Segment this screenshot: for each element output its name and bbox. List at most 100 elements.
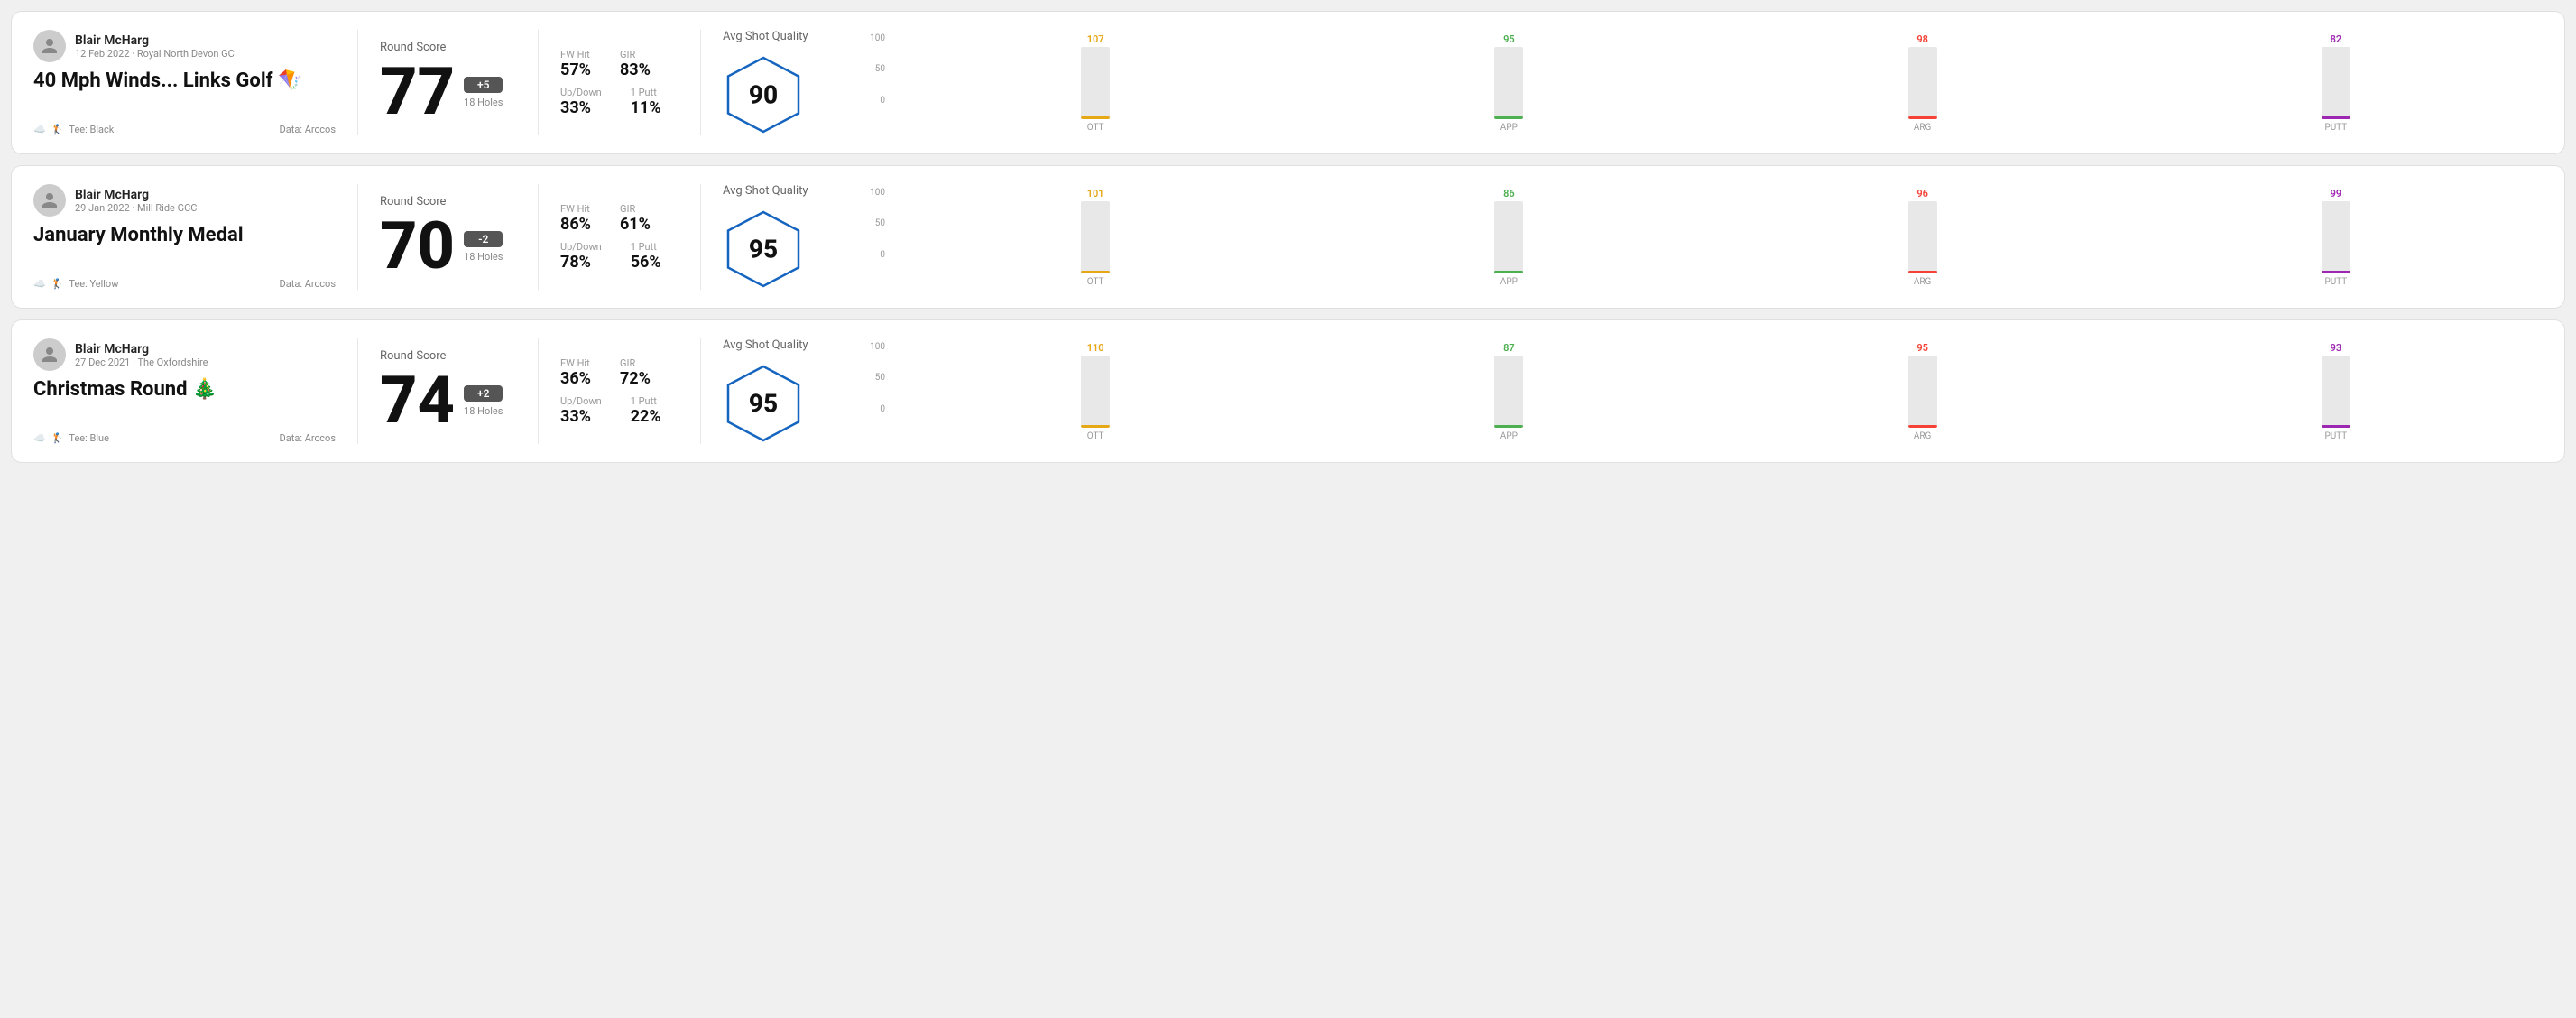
user-details: Blair McHarg 27 Dec 2021 · The Oxfordshi…	[75, 342, 208, 368]
chart-value-app: 86	[1503, 188, 1515, 199]
chart-group-putt: 93 PUTT	[2129, 342, 2543, 441]
stat-value-putt: 56%	[631, 253, 661, 272]
stat-value-putt: 22%	[631, 407, 661, 426]
bar-bg-app	[1494, 201, 1523, 273]
score-section: Round Score 74 +2 18 Holes	[358, 338, 539, 444]
stat-value-updown: 33%	[560, 98, 602, 117]
bag-icon: 🏌️	[51, 124, 64, 135]
bar-fill-putt	[2322, 116, 2350, 119]
score-section: Round Score 70 -2 18 Holes	[358, 184, 539, 290]
chart-group-putt: 99 PUTT	[2129, 188, 2543, 287]
user-name: Blair McHarg	[75, 33, 235, 48]
tee-info: ☁️ 🏌️ Tee: Black Data: Arccos	[33, 124, 336, 135]
round-card: Blair McHarg 27 Dec 2021 · The Oxfordshi…	[11, 319, 2565, 463]
bar-bg-arg	[1908, 356, 1937, 428]
bar-fill-arg	[1908, 271, 1937, 273]
round-title: Christmas Round 🎄	[33, 378, 336, 401]
score-badge-block: +5 18 Holes	[464, 77, 503, 108]
chart-value-arg: 96	[1916, 188, 1928, 199]
bar-fill-app	[1494, 271, 1523, 273]
hexagon-container: 90	[723, 54, 804, 135]
stat-one-putt: 1 Putt 11%	[631, 87, 661, 117]
bar-bg-putt	[2322, 47, 2350, 119]
stats-row-top: FW Hit 36% GIR 72%	[560, 357, 679, 388]
quality-label: Avg Shot Quality	[723, 30, 808, 43]
user-name: Blair McHarg	[75, 342, 208, 356]
tee-left: ☁️ 🏌️ Tee: Blue	[33, 432, 109, 444]
chart-value-ott: 101	[1087, 188, 1104, 199]
bar-bg-app	[1494, 47, 1523, 119]
stat-updown: Up/Down 33%	[560, 87, 602, 117]
chart-label-ott: OTT	[1087, 123, 1104, 133]
user-date: 12 Feb 2022 · Royal North Devon GC	[75, 48, 235, 60]
user-date: 29 Jan 2022 · Mill Ride GCC	[75, 202, 197, 214]
chart-value-ott: 110	[1087, 342, 1104, 354]
bag-icon: 🏌️	[51, 278, 64, 290]
chart-value-putt: 93	[2331, 342, 2342, 354]
stat-one-putt: 1 Putt 22%	[631, 395, 661, 426]
chart-label-putt: PUTT	[2324, 123, 2347, 133]
chart-label-arg: ARG	[1914, 277, 1932, 287]
data-source: Data: Arccos	[280, 432, 336, 444]
avatar	[33, 184, 66, 217]
weather-icon: ☁️	[33, 124, 46, 135]
chart-label-app: APP	[1500, 431, 1518, 441]
hexagon-container: 95	[723, 363, 804, 444]
stat-fw-hit: FW Hit 57%	[560, 49, 591, 79]
score-badge-block: +2 18 Holes	[464, 385, 503, 417]
avatar	[33, 30, 66, 62]
stat-label-putt: 1 Putt	[631, 87, 661, 98]
y-label-50: 50	[867, 218, 885, 228]
stat-label-updown: Up/Down	[560, 395, 602, 407]
score-holes: 18 Holes	[464, 405, 503, 417]
stat-label-fw: FW Hit	[560, 357, 591, 369]
chart-label-putt: PUTT	[2324, 431, 2347, 441]
stat-value-fw: 57%	[560, 60, 591, 79]
y-label-0: 0	[867, 250, 885, 260]
quality-label: Avg Shot Quality	[723, 338, 808, 352]
stat-fw-hit: FW Hit 36%	[560, 357, 591, 388]
stat-value-gir: 72%	[620, 369, 651, 388]
score-number: 74	[380, 368, 455, 433]
stats-row-bottom: Up/Down 33% 1 Putt 11%	[560, 87, 679, 117]
stat-value-fw: 86%	[560, 215, 591, 234]
stats-row-bottom: Up/Down 33% 1 Putt 22%	[560, 395, 679, 426]
chart-group-arg: 98 ARG	[1716, 33, 2129, 133]
chart-value-app: 87	[1503, 342, 1515, 354]
score-badge: +2	[464, 385, 503, 402]
stat-gir: GIR 61%	[620, 203, 651, 234]
y-label-100: 100	[867, 188, 885, 198]
bar-wrapper-putt	[2129, 356, 2543, 428]
tee-label: Tee: Blue	[69, 432, 109, 444]
chart-label-ott: OTT	[1087, 431, 1104, 441]
hexagon-value: 95	[749, 389, 778, 419]
chart-value-ott: 107	[1087, 33, 1104, 45]
quality-section: Avg Shot Quality 90	[701, 30, 845, 135]
chart-value-putt: 82	[2331, 33, 2342, 45]
chart-group-app: 87 APP	[1302, 342, 1715, 441]
stat-label-fw: FW Hit	[560, 203, 591, 215]
score-number: 77	[380, 60, 455, 125]
stat-gir: GIR 72%	[620, 357, 651, 388]
bar-bg-putt	[2322, 201, 2350, 273]
chart-value-arg: 98	[1916, 33, 1928, 45]
chart-label-putt: PUTT	[2324, 277, 2347, 287]
stat-label-gir: GIR	[620, 203, 651, 215]
score-number: 70	[380, 214, 455, 279]
stat-value-updown: 33%	[560, 407, 602, 426]
bar-fill-app	[1494, 425, 1523, 428]
chart-y-axis: 100 50 0	[867, 188, 889, 260]
stat-label-gir: GIR	[620, 357, 651, 369]
score-badge: +5	[464, 77, 503, 93]
stats-row-top: FW Hit 86% GIR 61%	[560, 203, 679, 234]
hexagon: 95	[723, 208, 804, 290]
bar-wrapper-putt	[2129, 201, 2543, 273]
bar-bg-ott	[1081, 47, 1110, 119]
y-label-50: 50	[867, 373, 885, 383]
score-row: 70 -2 18 Holes	[380, 214, 516, 279]
stat-label-updown: Up/Down	[560, 241, 602, 253]
tee-label: Tee: Yellow	[69, 278, 118, 290]
stat-label-fw: FW Hit	[560, 49, 591, 60]
bar-bg-ott	[1081, 201, 1110, 273]
stat-value-gir: 61%	[620, 215, 651, 234]
